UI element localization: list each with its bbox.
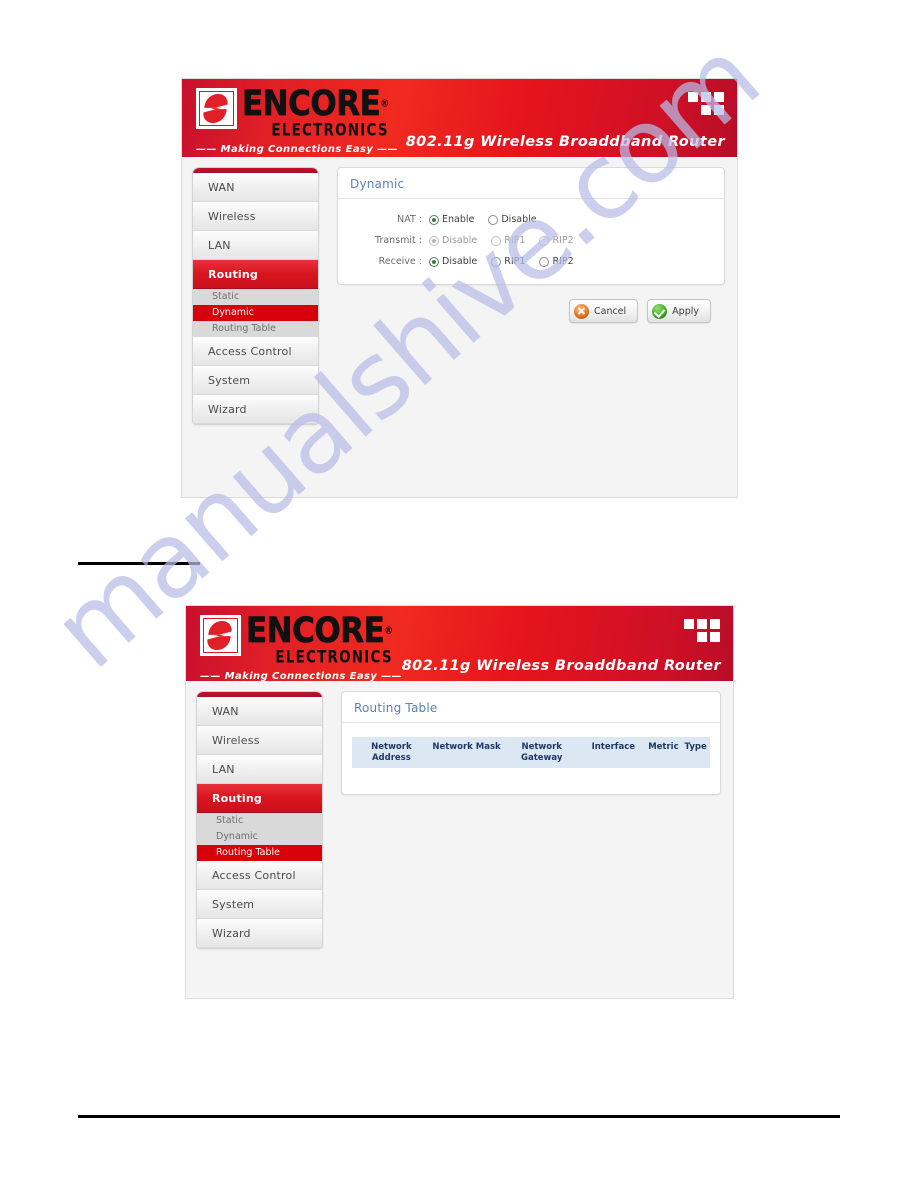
grid-icon	[684, 619, 720, 643]
sidebar-subitem-static[interactable]: Static	[193, 289, 318, 305]
section-divider-rule	[78, 562, 200, 565]
radio-nat-enable[interactable]: Enable	[429, 214, 474, 225]
sidebar-item-system[interactable]: System	[197, 890, 322, 919]
column-header-network-mask: Network Mask	[432, 742, 501, 752]
sidebar-item-system[interactable]: System	[193, 366, 318, 395]
form-actions: Cancel Apply	[337, 285, 725, 323]
column-header-interface: Interface	[591, 742, 636, 752]
logo-registered-mark: ®	[384, 625, 393, 637]
column-header-type: Type	[684, 742, 707, 752]
routing-table-body-empty	[342, 768, 720, 784]
radio-dot-icon	[429, 235, 439, 246]
radio-label: Disable	[501, 214, 537, 225]
label-transmit: Transmit :	[375, 235, 422, 246]
grid-icon	[688, 92, 724, 116]
sidebar-subitem-dynamic[interactable]: Dynamic	[197, 829, 322, 845]
footer-rule	[78, 1115, 840, 1118]
form-row-receive: Receive : Disable RIP1 RIP2	[350, 251, 712, 272]
sidebar-item-wan[interactable]: WAN	[193, 173, 318, 202]
card-title-dynamic: Dynamic	[338, 176, 724, 199]
radio-label: Disable	[442, 256, 478, 267]
cancel-icon	[573, 303, 589, 319]
sidebar-item-wizard[interactable]: Wizard	[193, 395, 318, 424]
sidebar-item-access-control[interactable]: Access Control	[197, 861, 322, 890]
radio-dot-icon	[539, 235, 550, 246]
sidebar-nav: WAN Wireless LAN Routing Static Dynamic …	[196, 691, 323, 949]
logo-wordmark: ENCORE	[242, 83, 381, 124]
sidebar-item-wizard[interactable]: Wizard	[197, 919, 322, 948]
radio-receive-disable[interactable]: Disable	[429, 256, 477, 267]
radio-dot-icon	[488, 214, 499, 225]
router-body: WAN Wireless LAN Routing Static Dynamic …	[182, 157, 737, 497]
sidebar-nav: WAN Wireless LAN Routing Static Dynamic …	[192, 167, 319, 425]
sidebar-item-wan[interactable]: WAN	[197, 697, 322, 726]
radio-label: RIP1	[504, 235, 526, 246]
radio-dot-icon	[539, 256, 550, 267]
sidebar-item-lan[interactable]: LAN	[197, 755, 322, 784]
sidebar-item-access-control[interactable]: Access Control	[193, 337, 318, 366]
sidebar-subnav-routing: Static Dynamic Routing Table	[193, 289, 318, 337]
cancel-button-label: Cancel	[593, 305, 627, 317]
column-header-network-gateway: Network Gateway	[521, 742, 563, 763]
logo-tagline: —— Making Connections Easy ——	[200, 670, 402, 682]
column-header-metric: Metric	[648, 742, 679, 752]
routing-table-card: Routing Table Network Address Network Ma…	[341, 691, 721, 796]
radio-transmit-rip2[interactable]: RIP2	[539, 235, 574, 246]
radio-dot-icon	[491, 235, 502, 246]
logo-wordmark: ENCORE	[246, 610, 385, 651]
sidebar-item-wireless[interactable]: Wireless	[193, 202, 318, 231]
sidebar-subitem-static[interactable]: Static	[197, 813, 322, 829]
encore-logo: ENCORE® ELECTRONICS —— Making Connection…	[196, 83, 398, 155]
radio-label: RIP1	[504, 256, 526, 267]
logo-tagline: —— Making Connections Easy ——	[196, 143, 398, 155]
encore-logo-mark-icon	[196, 88, 237, 129]
radio-dot-icon	[491, 256, 502, 267]
router-ui-screenshot-routing-table: ENCORE® ELECTRONICS —— Making Connection…	[185, 605, 734, 999]
label-receive: Receive :	[378, 256, 422, 267]
radio-receive-rip1[interactable]: RIP1	[491, 256, 525, 267]
sidebar-subitem-dynamic[interactable]: Dynamic	[193, 305, 318, 321]
sidebar-item-routing[interactable]: Routing	[193, 260, 318, 289]
cancel-button[interactable]: Cancel	[568, 299, 639, 323]
form-row-nat: NAT : Enable Disable	[350, 209, 712, 230]
router-header-banner: ENCORE® ELECTRONICS —— Making Connection…	[186, 606, 733, 681]
radio-nat-disable[interactable]: Disable	[488, 214, 537, 225]
card-title-routing-table: Routing Table	[342, 700, 720, 723]
radio-transmit-rip1[interactable]: RIP1	[491, 235, 525, 246]
radio-transmit-disable[interactable]: Disable	[429, 235, 477, 246]
sidebar-item-routing[interactable]: Routing	[197, 784, 322, 813]
radio-label: RIP2	[552, 256, 574, 267]
logo-subtitle: ELECTRONICS	[271, 120, 389, 141]
radio-label: Enable	[442, 214, 475, 225]
apply-button-label: Apply	[672, 305, 699, 317]
label-nat: NAT :	[397, 214, 422, 225]
product-title: 802.11g Wireless Broaddband Router	[405, 134, 725, 150]
router-ui-screenshot-dynamic: ENCORE® ELECTRONICS —— Making Connection…	[181, 78, 738, 498]
router-header-banner: ENCORE® ELECTRONICS —— Making Connection…	[182, 79, 737, 157]
encore-logo-mark-icon	[200, 615, 241, 656]
radio-dot-icon	[429, 214, 439, 225]
radio-dot-icon	[429, 256, 439, 267]
routing-table-header-row: Network Address Network Mask Network Gat…	[352, 737, 710, 769]
encore-logo: ENCORE® ELECTRONICS —— Making Connection…	[200, 610, 402, 682]
column-header-network-address: Network Address	[371, 742, 412, 763]
sidebar-item-lan[interactable]: LAN	[193, 231, 318, 260]
sidebar-subitem-routing-table[interactable]: Routing Table	[193, 321, 318, 337]
main-content-dynamic: Dynamic NAT : Enable Disable Transmit: …	[319, 167, 737, 497]
form-row-transmit: Transmit : Disable RIP1 RIP2	[350, 230, 712, 251]
radio-receive-rip2[interactable]: RIP2	[539, 256, 574, 267]
check-icon	[652, 303, 668, 319]
logo-registered-mark: ®	[380, 98, 389, 110]
radio-label: Disable	[442, 235, 478, 246]
dynamic-settings-card: Dynamic NAT : Enable Disable Transmit: …	[337, 167, 725, 285]
sidebar-item-wireless[interactable]: Wireless	[197, 726, 322, 755]
logo-subtitle: ELECTRONICS	[275, 647, 393, 668]
radio-label: RIP2	[552, 235, 574, 246]
product-title: 802.11g Wireless Broaddband Router	[401, 658, 721, 674]
sidebar-subnav-routing: Static Dynamic Routing Table	[197, 813, 322, 861]
main-content-routing-table: Routing Table Network Address Network Ma…	[323, 691, 733, 998]
apply-button[interactable]: Apply	[647, 299, 711, 323]
router-body: WAN Wireless LAN Routing Static Dynamic …	[186, 681, 733, 998]
sidebar-subitem-routing-table[interactable]: Routing Table	[197, 845, 322, 861]
